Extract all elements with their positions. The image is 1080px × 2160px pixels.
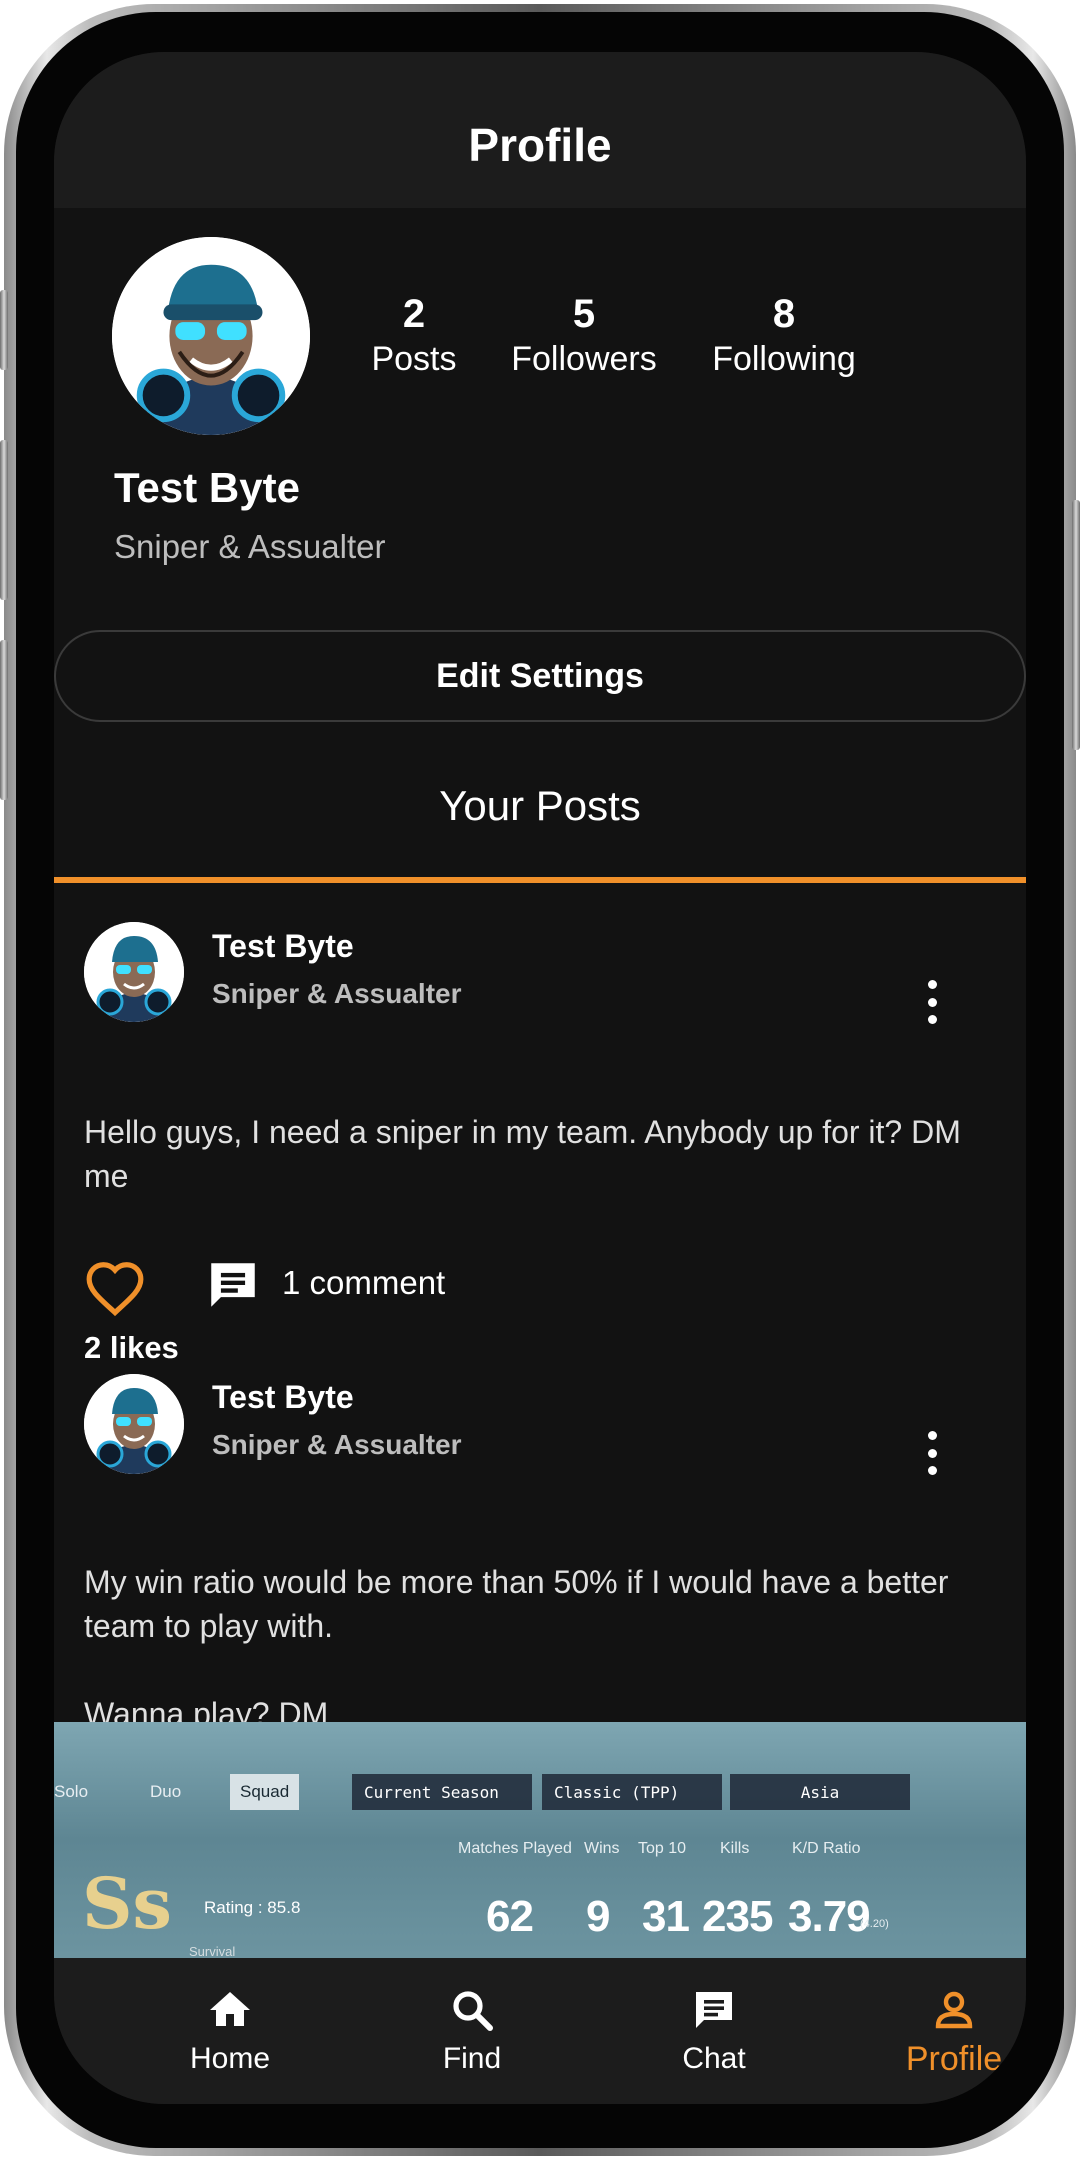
stats-filter-mode: Classic (TPP) <box>542 1774 722 1810</box>
stats-filter-season: Current Season <box>352 1774 532 1810</box>
nav-home[interactable]: Home <box>130 1958 330 2104</box>
phone-volume-down-button <box>0 640 8 800</box>
home-icon <box>210 1992 250 2026</box>
stats-tab-squad: Squad <box>230 1774 300 1810</box>
nav-find-label: Find <box>442 2042 502 2075</box>
stats-header-kills: Kills <box>720 1840 750 1857</box>
stat-following-label: Following <box>712 340 856 378</box>
stats-header-top10: Top 10 <box>638 1840 687 1857</box>
post-author-role: Sniper & Assualter <box>212 1429 462 1460</box>
stats-tier-label: Survival <box>189 1944 236 1959</box>
phone-power-button <box>1072 500 1080 750</box>
stat-following[interactable]: 8 Following <box>664 292 904 382</box>
chat-icon <box>696 1992 732 2028</box>
stats-rating: Rating : 85.8 <box>204 1898 301 1917</box>
stats-value-kd: 3.79 <box>788 1892 871 1941</box>
app-screen: Profile 2 Posts 5 Followers 8 Following … <box>54 52 1026 2104</box>
avatar-illustration <box>84 1374 184 1474</box>
post-author-avatar[interactable] <box>84 1374 184 1474</box>
section-divider <box>54 877 1026 883</box>
stats-value-wins: 9 <box>586 1892 611 1941</box>
post-text: My win ratio would be more than 50% if I… <box>84 1564 949 1732</box>
post-author-role: Sniper & Assualter <box>212 978 462 1009</box>
section-title-your-posts: Your Posts <box>439 782 641 829</box>
stats-header-matches: Matches Played <box>458 1840 572 1857</box>
post-author-name[interactable]: Test Byte <box>212 928 354 965</box>
page-title: Profile <box>468 119 612 171</box>
more-options-icon[interactable] <box>920 1423 944 1483</box>
stats-filter-region: Asia <box>730 1774 910 1810</box>
phone-side-button <box>0 290 8 370</box>
nav-chat-label: Chat <box>682 2042 746 2075</box>
stats-value-top10: 31 <box>642 1892 690 1941</box>
post-image-game-stats[interactable]: Solo Duo Squad Current Season Classic (T… <box>54 1722 1026 1982</box>
search-icon <box>453 1991 493 2031</box>
post-text: Hello guys, I need a sniper in my team. … <box>84 1114 961 1194</box>
nav-chat[interactable]: Chat <box>614 1958 814 2104</box>
profile-name: Test Byte <box>114 464 300 511</box>
nav-find[interactable]: Find <box>372 1958 572 2104</box>
comment-count[interactable]: 1 comment <box>282 1264 445 1302</box>
stats-value-kills: 235 <box>702 1892 773 1941</box>
profile-role: Sniper & Assualter <box>114 528 386 565</box>
stats-tab-duo: Duo <box>150 1782 182 1801</box>
stats-header-kd: K/D Ratio <box>792 1840 861 1857</box>
stats-value-matches: 62 <box>486 1892 534 1941</box>
tier-logo: Ss <box>82 1862 172 1945</box>
post-author-name[interactable]: Test Byte <box>212 1379 354 1416</box>
nav-profile-label: Profile <box>905 2040 1003 2078</box>
stats-header-wins: Wins <box>584 1840 620 1857</box>
more-options-icon[interactable] <box>920 972 944 1032</box>
stats-tab-solo: Solo <box>54 1782 89 1801</box>
avatar-illustration <box>112 237 310 435</box>
edit-settings-button[interactable]: Edit Settings <box>54 630 1026 722</box>
nav-profile[interactable]: Profile <box>854 1958 1026 2104</box>
phone-volume-up-button <box>0 440 8 600</box>
app-bar: Profile <box>54 52 1026 208</box>
comment-icon[interactable] <box>204 1256 262 1314</box>
nav-home-label: Home <box>189 2042 271 2075</box>
stats-value-kd-sub: (4.20) <box>860 1918 889 1930</box>
bottom-navigation: Home Find Chat Profile <box>54 1958 1026 2104</box>
heart-icon[interactable] <box>84 1259 146 1317</box>
stat-following-value: 8 <box>772 292 796 336</box>
profile-avatar[interactable] <box>112 237 310 435</box>
person-icon <box>935 1991 973 2029</box>
post-author-avatar[interactable] <box>84 922 184 1022</box>
like-count: 2 likes <box>84 1330 179 1365</box>
avatar-illustration <box>84 922 184 1022</box>
